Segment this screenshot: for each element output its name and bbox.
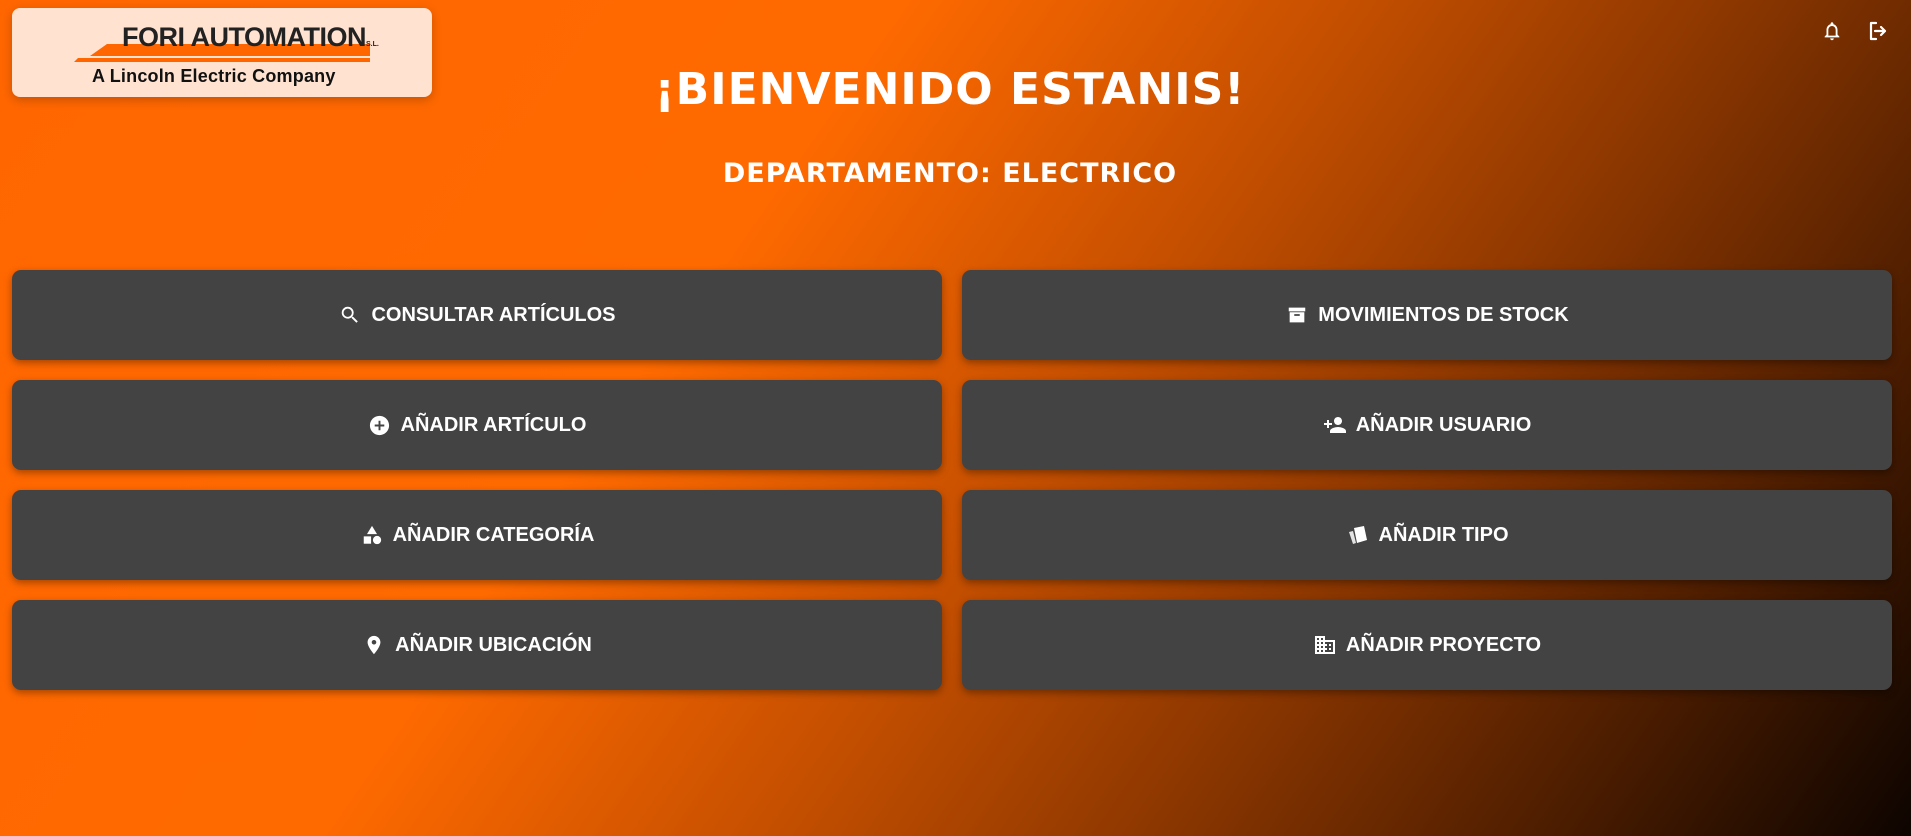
archive-icon	[1285, 303, 1309, 327]
action-grid: CONSULTAR ARTÍCULOS MOVIMIENTOS DE STOCK…	[12, 270, 1892, 690]
swatch-icon	[1346, 523, 1370, 547]
anadir-categoria-button[interactable]: AÑADIR CATEGORÍA	[12, 490, 942, 580]
tile-label: CONSULTAR ARTÍCULOS	[371, 303, 616, 326]
anadir-ubicacion-button[interactable]: AÑADIR UBICACIÓN	[12, 600, 942, 690]
tile-label: AÑADIR UBICACIÓN	[395, 633, 592, 656]
tile-label: AÑADIR ARTÍCULO	[400, 413, 587, 436]
bell-icon[interactable]	[1819, 18, 1845, 44]
anadir-proyecto-button[interactable]: AÑADIR PROYECTO	[962, 600, 1892, 690]
department-label: DEPARTAMENTO: ELECTRICO	[722, 158, 1178, 189]
tile-label: MOVIMIENTOS DE STOCK	[1318, 303, 1569, 326]
building-icon	[1313, 633, 1337, 657]
location-pin-icon	[362, 633, 386, 657]
logo-title: FORI AUTOMATION	[122, 22, 366, 52]
welcome-heading: ¡BIENVENIDO ESTANIS!	[654, 64, 1246, 115]
tile-label: AÑADIR CATEGORÍA	[392, 523, 595, 546]
header-actions	[1819, 18, 1891, 44]
search-icon	[338, 303, 362, 327]
tile-label: AÑADIR TIPO	[1378, 523, 1509, 546]
add-circle-icon	[368, 413, 392, 437]
tile-label: AÑADIR PROYECTO	[1345, 633, 1542, 656]
anadir-tipo-button[interactable]: AÑADIR TIPO	[962, 490, 1892, 580]
person-add-icon	[1323, 413, 1347, 437]
tile-label: AÑADIR USUARIO	[1355, 413, 1532, 436]
category-icon	[360, 523, 384, 547]
logo-suffix: S.L.	[366, 41, 379, 48]
consultar-articulos-button[interactable]: CONSULTAR ARTÍCULOS	[12, 270, 942, 360]
anadir-articulo-button[interactable]: AÑADIR ARTÍCULO	[12, 380, 942, 470]
movimientos-stock-button[interactable]: MOVIMIENTOS DE STOCK	[962, 270, 1892, 360]
logout-icon[interactable]	[1865, 18, 1891, 44]
anadir-usuario-button[interactable]: AÑADIR USUARIO	[962, 380, 1892, 470]
